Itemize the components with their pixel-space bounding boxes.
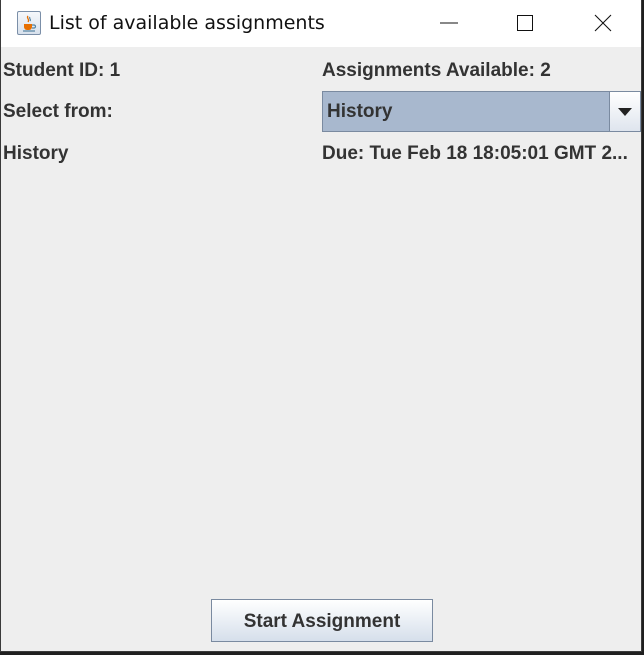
assignments-available-label: Assignments Available: 2 bbox=[322, 60, 551, 81]
assignment-list-window: List of available assignments Student ID… bbox=[0, 0, 642, 652]
close-button[interactable] bbox=[564, 0, 642, 47]
close-icon bbox=[594, 14, 612, 32]
start-assignment-button[interactable]: Start Assignment bbox=[211, 599, 433, 642]
maximize-icon bbox=[517, 15, 533, 31]
subject-select-arrow-button[interactable] bbox=[609, 92, 640, 131]
assignment-due-date: Due: Tue Feb 18 18:05:01 GMT 2... bbox=[322, 143, 628, 164]
maximize-button[interactable] bbox=[486, 0, 564, 47]
title-bar[interactable]: List of available assignments bbox=[1, 0, 641, 47]
subject-select[interactable]: History bbox=[322, 91, 641, 132]
start-assignment-label: Start Assignment bbox=[243, 611, 401, 632]
minimize-icon bbox=[440, 22, 458, 24]
select-from-label: Select from: bbox=[3, 101, 113, 122]
student-id-label: Student ID: 1 bbox=[3, 60, 121, 81]
assignment-name: History bbox=[3, 143, 69, 164]
java-cup-icon bbox=[17, 11, 41, 35]
subject-select-value: History bbox=[327, 101, 393, 122]
minimize-button[interactable] bbox=[410, 0, 488, 47]
chevron-down-icon bbox=[618, 108, 632, 116]
window-title: List of available assignments bbox=[49, 12, 325, 34]
